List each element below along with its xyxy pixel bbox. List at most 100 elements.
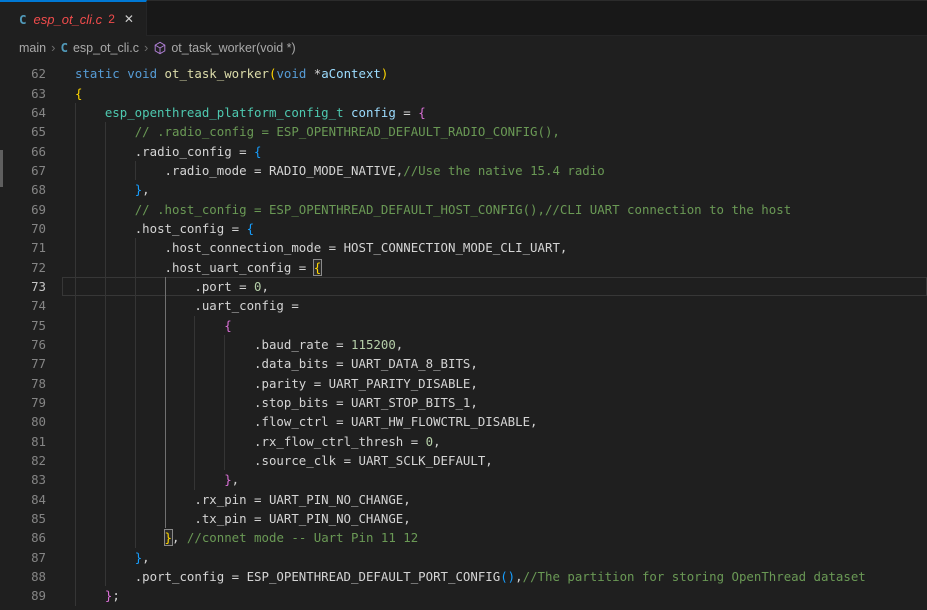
- code-line-69[interactable]: 69 // .host_config = ESP_OPENTHREAD_DEFA…: [0, 200, 927, 219]
- code-line-65[interactable]: 65 // .radio_config = ESP_OPENTHREAD_DEF…: [0, 122, 927, 141]
- line-content: {: [62, 84, 927, 103]
- tab-label: esp_ot_cli.c: [34, 12, 103, 27]
- line-number[interactable]: 78: [0, 374, 62, 393]
- code-line-79[interactable]: 79 .stop_bits = UART_STOP_BITS_1,: [0, 393, 927, 412]
- code-line-70[interactable]: 70 .host_config = {: [0, 219, 927, 238]
- close-icon[interactable]: ✕: [124, 12, 134, 26]
- line-number[interactable]: 72: [0, 258, 62, 277]
- line-number[interactable]: 73: [0, 277, 62, 296]
- line-number[interactable]: 77: [0, 354, 62, 373]
- line-content: .host_uart_config = {: [62, 258, 927, 277]
- line-content: .host_config = {: [62, 219, 927, 238]
- line-number[interactable]: 66: [0, 142, 62, 161]
- line-number[interactable]: 65: [0, 122, 62, 141]
- code-line-83[interactable]: 83 },: [0, 470, 927, 489]
- line-number[interactable]: 84: [0, 490, 62, 509]
- code-editor[interactable]: 6162static void ot_task_worker(void *aCo…: [0, 59, 927, 610]
- left-edge-indicator: [0, 150, 3, 187]
- line-content: .port = 0,: [62, 277, 927, 296]
- code-line-74[interactable]: 74 .uart_config =: [0, 296, 927, 315]
- line-number[interactable]: 76: [0, 335, 62, 354]
- code-line-64[interactable]: 64 esp_openthread_platform_config_t conf…: [0, 103, 927, 122]
- line-number[interactable]: 90: [0, 606, 62, 610]
- line-number[interactable]: 75: [0, 316, 62, 335]
- line-number[interactable]: 67: [0, 161, 62, 180]
- breadcrumb-item-symbol[interactable]: ot_task_worker(void *): [171, 41, 295, 55]
- line-content: };: [62, 586, 927, 605]
- code-line-76[interactable]: 76 .baud_rate = 115200,: [0, 335, 927, 354]
- line-number[interactable]: 63: [0, 84, 62, 103]
- line-number[interactable]: 81: [0, 432, 62, 451]
- code-line-75[interactable]: 75 {: [0, 316, 927, 335]
- tab-error-count-badge: 2: [108, 12, 115, 26]
- line-number[interactable]: 80: [0, 412, 62, 431]
- code-line-86[interactable]: 86 }, //connet mode -- Uart Pin 11 12: [0, 528, 927, 547]
- chevron-right-icon: ›: [144, 40, 148, 55]
- line-content: .baud_rate = 115200,: [62, 335, 927, 354]
- code-line-80[interactable]: 80 .flow_ctrl = UART_HW_FLOWCTRL_DISABLE…: [0, 412, 927, 431]
- code-line-71[interactable]: 71 .host_connection_mode = HOST_CONNECTI…: [0, 238, 927, 257]
- line-number[interactable]: 68: [0, 180, 62, 199]
- code-line-67[interactable]: 67 .radio_mode = RADIO_MODE_NATIVE,//Use…: [0, 161, 927, 180]
- code-line-78[interactable]: 78 .parity = UART_PARITY_DISABLE,: [0, 374, 927, 393]
- line-content: .rx_flow_ctrl_thresh = 0,: [62, 432, 927, 451]
- line-number[interactable]: 89: [0, 586, 62, 605]
- line-number[interactable]: 64: [0, 103, 62, 122]
- line-number[interactable]: 88: [0, 567, 62, 586]
- line-content: .tx_pin = UART_PIN_NO_CHANGE,: [62, 509, 927, 528]
- line-number[interactable]: 85: [0, 509, 62, 528]
- line-content: .rx_pin = UART_PIN_NO_CHANGE,: [62, 490, 927, 509]
- code-line-84[interactable]: 84 .rx_pin = UART_PIN_NO_CHANGE,: [0, 490, 927, 509]
- breadcrumb: main › C esp_ot_cli.c › ot_task_worker(v…: [0, 36, 927, 59]
- line-number[interactable]: 70: [0, 219, 62, 238]
- line-content: .radio_config = {: [62, 142, 927, 161]
- tab-bar: C esp_ot_cli.c 2 ✕: [0, 0, 927, 35]
- breadcrumb-item-file[interactable]: esp_ot_cli.c: [73, 41, 139, 55]
- code-line-82[interactable]: 82 .source_clk = UART_SCLK_DEFAULT,: [0, 451, 927, 470]
- code-line-85[interactable]: 85 .tx_pin = UART_PIN_NO_CHANGE,: [0, 509, 927, 528]
- line-number[interactable]: 83: [0, 470, 62, 489]
- line-content: .uart_config =: [62, 296, 927, 315]
- line-content: .host_connection_mode = HOST_CONNECTION_…: [62, 238, 927, 257]
- code-line-90[interactable]: 90: [0, 606, 927, 610]
- line-content: .radio_mode = RADIO_MODE_NATIVE,//Use th…: [62, 161, 927, 180]
- line-content: .data_bits = UART_DATA_8_BITS,: [62, 354, 927, 373]
- line-content: {: [62, 316, 927, 335]
- code-line-72[interactable]: 72 .host_uart_config = {: [0, 258, 927, 277]
- line-content: .parity = UART_PARITY_DISABLE,: [62, 374, 927, 393]
- tab-esp-ot-cli[interactable]: C esp_ot_cli.c 2 ✕: [0, 0, 147, 36]
- code-line-68[interactable]: 68 },: [0, 180, 927, 199]
- code-line-66[interactable]: 66 .radio_config = {: [0, 142, 927, 161]
- code-line-81[interactable]: 81 .rx_flow_ctrl_thresh = 0,: [0, 432, 927, 451]
- line-number[interactable]: 82: [0, 451, 62, 470]
- breadcrumb-item-folder[interactable]: main: [19, 41, 46, 55]
- line-content: .flow_ctrl = UART_HW_FLOWCTRL_DISABLE,: [62, 412, 927, 431]
- line-content: .source_clk = UART_SCLK_DEFAULT,: [62, 451, 927, 470]
- line-number[interactable]: 86: [0, 528, 62, 547]
- code-line-73[interactable]: 73 .port = 0,: [0, 277, 927, 296]
- chevron-right-icon: ›: [51, 40, 55, 55]
- code-line-88[interactable]: 88 .port_config = ESP_OPENTHREAD_DEFAULT…: [0, 567, 927, 586]
- vscode-window: C esp_ot_cli.c 2 ✕ main › C esp_ot_cli.c…: [0, 0, 927, 610]
- line-content: },: [62, 180, 927, 199]
- line-number[interactable]: 87: [0, 548, 62, 567]
- line-content: esp_openthread_platform_config_t config …: [62, 103, 927, 122]
- line-content: // .radio_config = ESP_OPENTHREAD_DEFAUL…: [62, 122, 927, 141]
- code-line-62[interactable]: 62static void ot_task_worker(void *aCont…: [0, 64, 927, 83]
- line-content: }, //connet mode -- Uart Pin 11 12: [62, 528, 927, 547]
- line-number[interactable]: 74: [0, 296, 62, 315]
- code-line-77[interactable]: 77 .data_bits = UART_DATA_8_BITS,: [0, 354, 927, 373]
- line-number[interactable]: 69: [0, 200, 62, 219]
- line-content: .stop_bits = UART_STOP_BITS_1,: [62, 393, 927, 412]
- c-file-icon: C: [60, 40, 68, 55]
- line-number[interactable]: 79: [0, 393, 62, 412]
- code-line-63[interactable]: 63{: [0, 84, 927, 103]
- line-content: // .host_config = ESP_OPENTHREAD_DEFAULT…: [62, 200, 927, 219]
- line-content: },: [62, 548, 927, 567]
- line-content: },: [62, 470, 927, 489]
- line-number[interactable]: 71: [0, 238, 62, 257]
- code-line-87[interactable]: 87 },: [0, 548, 927, 567]
- line-number[interactable]: 62: [0, 64, 62, 83]
- code-line-89[interactable]: 89 };: [0, 586, 927, 605]
- c-file-icon: C: [19, 12, 27, 27]
